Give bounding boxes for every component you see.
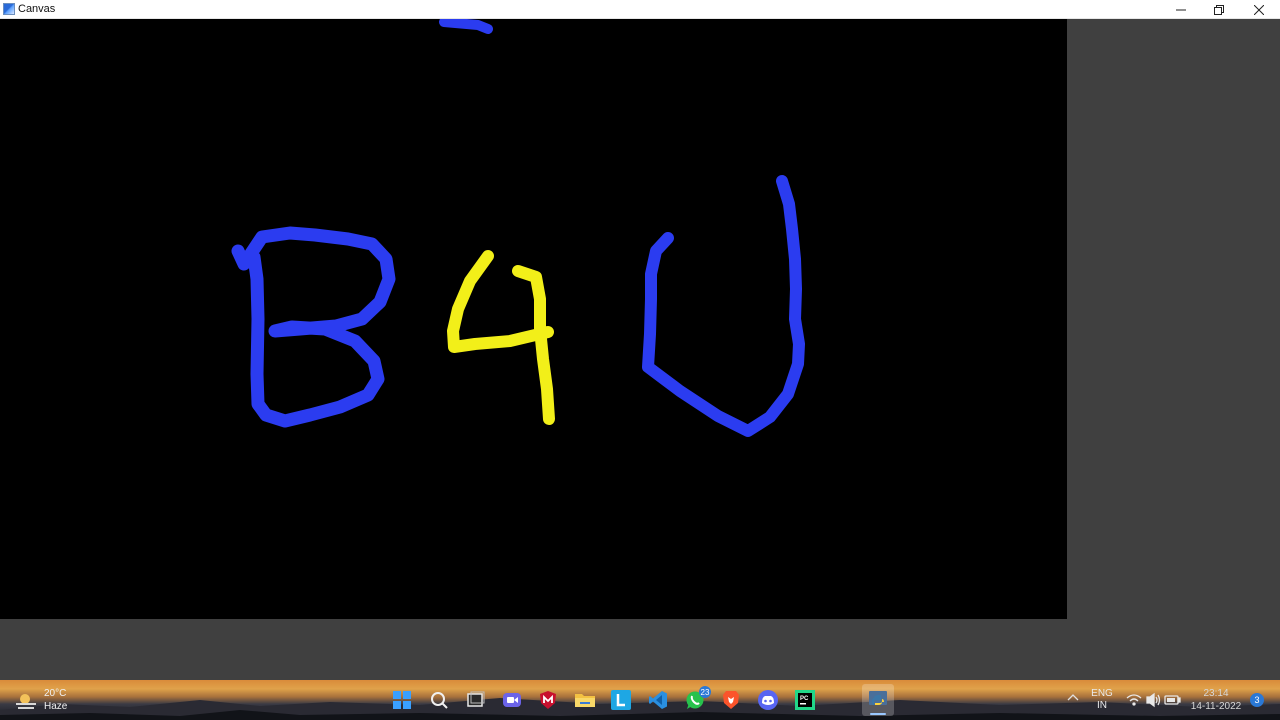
task-view-icon (467, 691, 485, 707)
whatsapp-badge: 23 (699, 686, 711, 698)
taskbar-python-button[interactable] (862, 684, 894, 716)
folder-icon (575, 694, 595, 707)
minimize-button[interactable] (1162, 0, 1200, 19)
taskbar-search-button[interactable] (423, 684, 455, 716)
canvas-strokes (231, 19, 805, 437)
pycharm-icon: PC (795, 690, 815, 710)
clock-date: 14-11-2022 (1190, 701, 1242, 712)
taskbar-brave-button[interactable] (715, 684, 747, 716)
haze-sun-icon (16, 694, 36, 709)
taskbar-taskview-button[interactable] (460, 684, 492, 716)
language-code: ENG (1091, 688, 1113, 699)
tray-status-icons[interactable] (1126, 692, 1182, 708)
discord-icon (758, 690, 778, 710)
brave-lion-icon (723, 691, 739, 709)
window-title: Canvas (18, 3, 56, 15)
taskbar-chat-button[interactable] (496, 684, 528, 716)
weather-temperature: 20°C (44, 688, 67, 699)
taskbar-start-button[interactable] (386, 684, 418, 716)
chat-camera-icon (503, 693, 521, 707)
stroke-digit-4 (447, 250, 555, 425)
vscode-icon (649, 691, 667, 709)
window-titlebar[interactable]: Canvas (0, 0, 1280, 19)
wifi-icon (1126, 694, 1142, 706)
taskbar-vscode-button[interactable] (642, 684, 674, 716)
stroke-letter-b (231, 226, 396, 428)
taskbar-mcafee-button[interactable] (532, 684, 564, 716)
tray-overflow-chevron-icon[interactable] (1066, 692, 1080, 702)
drawing-canvas[interactable] (0, 19, 1067, 619)
windows-logo-icon (393, 691, 411, 709)
l-letter-icon (611, 690, 631, 710)
taskbar-l-app-button[interactable] (605, 684, 637, 716)
close-icon (1254, 4, 1264, 15)
taskbar-file-explorer-button[interactable] (569, 684, 601, 716)
stroke-letter-u (642, 175, 805, 437)
app-icon (3, 3, 15, 15)
language-indicator[interactable]: ENG IN (1088, 688, 1116, 712)
system-clock[interactable]: 23:14 14-11-2022 (1186, 687, 1246, 713)
language-region: IN (1097, 700, 1107, 711)
svg-text:PC: PC (800, 696, 809, 702)
taskbar-discord-button[interactable] (752, 684, 784, 716)
minimize-icon (1176, 9, 1186, 10)
python-icon (869, 691, 887, 705)
search-icon (431, 692, 448, 709)
volume-icon (1146, 692, 1161, 708)
weather-condition: Haze (44, 701, 68, 712)
restore-icon (1214, 4, 1224, 15)
taskbar: 20°C Haze 23 PC ENG IN 23:14 14-11-2022 … (0, 680, 1280, 720)
battery-icon (1164, 695, 1181, 705)
taskbar-whatsapp-button[interactable]: 23 (679, 684, 711, 716)
taskbar-pycharm-button[interactable]: PC (789, 684, 821, 716)
stroke-top-mark (439, 19, 493, 34)
clock-time: 23:14 (1203, 688, 1229, 699)
restore-button[interactable] (1200, 0, 1238, 19)
close-button[interactable] (1240, 0, 1278, 19)
notification-count-badge[interactable]: 3 (1250, 693, 1264, 707)
weather-widget[interactable]: 20°C Haze (14, 687, 84, 715)
shield-m-icon (540, 691, 556, 709)
